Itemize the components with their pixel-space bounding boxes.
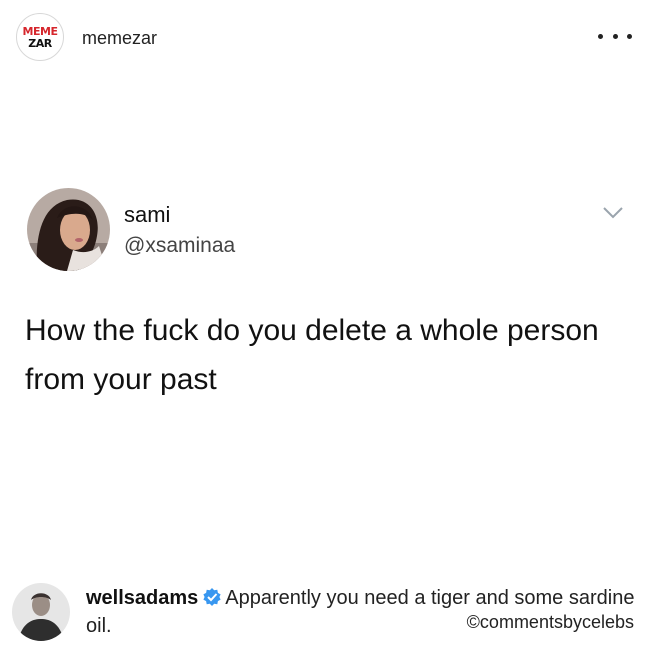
post-header: MEME ZAR memezar bbox=[0, 0, 650, 78]
more-options-icon[interactable] bbox=[598, 28, 632, 44]
account-name[interactable]: memezar bbox=[82, 28, 157, 49]
tweet-author-name[interactable]: sami bbox=[124, 202, 170, 228]
credit-text: ©commentsbycelebs bbox=[466, 612, 634, 632]
tweet-avatar[interactable] bbox=[27, 188, 110, 271]
commenter-username[interactable]: wellsadams bbox=[86, 587, 198, 609]
commenter-avatar[interactable] bbox=[12, 583, 70, 641]
logo-text-bottom: ZAR bbox=[28, 36, 52, 50]
tweet-text: How the fuck do you delete a whole perso… bbox=[25, 314, 599, 396]
verified-badge-icon bbox=[202, 587, 222, 607]
logo-text-top: MEME bbox=[22, 24, 58, 38]
memezar-logo[interactable]: MEME ZAR bbox=[16, 13, 64, 61]
chevron-down-icon[interactable] bbox=[602, 206, 624, 220]
tweet-author-handle[interactable]: @xsaminaa bbox=[124, 234, 235, 258]
